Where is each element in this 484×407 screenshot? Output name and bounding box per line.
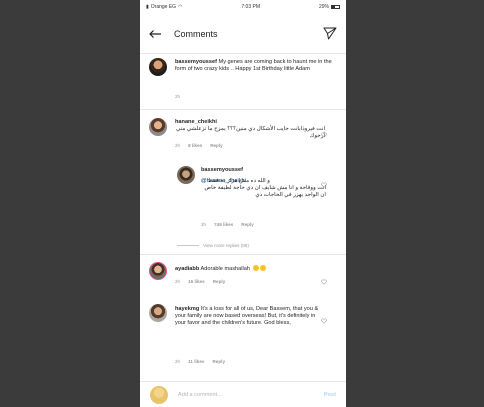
heart-icon[interactable]	[321, 125, 327, 138]
comment-body: انت فيروذابانت جايب الأشكال دي منين؟؟؟ ي…	[175, 126, 325, 139]
view-more-line	[177, 245, 199, 246]
smiling-face-emoji-icon	[252, 265, 259, 271]
divider	[140, 109, 346, 110]
heart-icon[interactable]	[321, 272, 327, 285]
likes-count[interactable]: 749 likes	[214, 222, 233, 227]
comment-username[interactable]: ayadiabb	[175, 266, 199, 272]
avatar	[150, 385, 168, 404]
comment-item: hanane_cheikhi انت فيروذابانت جايب الأشك…	[140, 112, 346, 158]
comment-time: 2h	[175, 143, 181, 148]
likes-count[interactable]: 16 likes	[188, 279, 205, 284]
reply-time: 2h	[201, 222, 207, 227]
signal-icon: ▮	[146, 4, 149, 10]
comment-time: 2h	[175, 279, 181, 284]
avatar[interactable]	[177, 166, 195, 184]
phone-screen: ▮ Orange EG ◠ 7:03 PM 29% Comments basse…	[140, 0, 346, 407]
reply-button[interactable]: Reply	[212, 359, 225, 364]
page-title: Comments	[174, 28, 218, 39]
status-bar: ▮ Orange EG ◠ 7:03 PM 29%	[140, 0, 346, 14]
comment-item: hayekmg It's a loss for all of us, Dear …	[140, 298, 346, 374]
comment-text: ayadiabb Adorable mashallah	[175, 265, 325, 273]
caption: bassemyoussef My genes are coming back t…	[140, 54, 346, 110]
view-more-label[interactable]: View more replies (89)	[203, 243, 249, 248]
reply-meta: 2h 749 likes Reply	[201, 222, 254, 227]
carrier-name: Orange EG	[150, 4, 177, 10]
caption-username[interactable]: bassemyoussef	[175, 59, 217, 65]
battery-icon	[330, 5, 340, 9]
wifi-icon: ◠	[178, 4, 183, 10]
carrier-area: ▮ Orange EG ◠	[146, 4, 182, 10]
comment-time: 2h	[175, 359, 181, 364]
reply-text: bassemyoussef	[201, 167, 326, 174]
reply-body: و الله ده مش هزار ده فقط انت ووقاحة و ان…	[204, 178, 326, 198]
avatar[interactable]	[149, 262, 167, 280]
clock: 7:03 PM	[241, 4, 261, 10]
comment-input[interactable]: Add a comment...	[178, 392, 324, 398]
reply-button[interactable]: Reply	[210, 143, 223, 148]
comment-meta: 2h 8 likes Reply	[175, 143, 223, 148]
view-more-replies[interactable]: View more replies (89)	[177, 243, 249, 248]
caption-meta: 2h	[175, 94, 180, 99]
back-arrow-icon[interactable]	[148, 26, 166, 42]
caption-time: 2h	[175, 94, 181, 99]
reply-button[interactable]: Reply	[213, 279, 226, 284]
post-button[interactable]: Post	[324, 392, 336, 398]
avatar[interactable]	[149, 58, 167, 76]
reply-button[interactable]: Reply	[241, 222, 254, 227]
likes-count[interactable]: 8 likes	[188, 143, 202, 148]
comment-meta: 2h 16 likes Reply	[175, 279, 225, 284]
caption-text: bassemyoussef My genes are coming back t…	[175, 59, 335, 73]
comment-text: hanane_cheikhi	[175, 119, 325, 126]
comment-username[interactable]: hayekmg	[175, 306, 199, 312]
avatar[interactable]	[149, 304, 167, 322]
likes-count[interactable]: 11 likes	[188, 359, 204, 364]
battery-area: 29%	[319, 4, 340, 10]
heart-icon[interactable]	[321, 175, 327, 188]
comment-item: ayadiabb Adorable mashallah 2h 16 likes …	[140, 257, 346, 295]
smiling-face-emoji-icon	[259, 265, 266, 271]
divider	[140, 254, 346, 255]
comment-username[interactable]: hanane_cheikhi	[175, 119, 217, 125]
reply-item: bassemyoussef @hanane_cheikhi و الله ده …	[140, 162, 346, 238]
comment-meta: 2h 11 likes Reply	[175, 359, 225, 364]
comment-text: hayekmg It's a loss for all of us, Dear …	[175, 306, 321, 327]
comment-body: Adorable mashallah	[200, 266, 250, 272]
heart-icon[interactable]	[321, 311, 327, 324]
send-icon[interactable]	[323, 26, 337, 40]
comment-composer: Add a comment... Post	[140, 381, 346, 407]
comments-header: Comments	[140, 14, 346, 54]
battery-percent: 29%	[318, 4, 329, 10]
avatar[interactable]	[149, 118, 167, 136]
reply-username[interactable]: bassemyoussef	[201, 167, 243, 173]
